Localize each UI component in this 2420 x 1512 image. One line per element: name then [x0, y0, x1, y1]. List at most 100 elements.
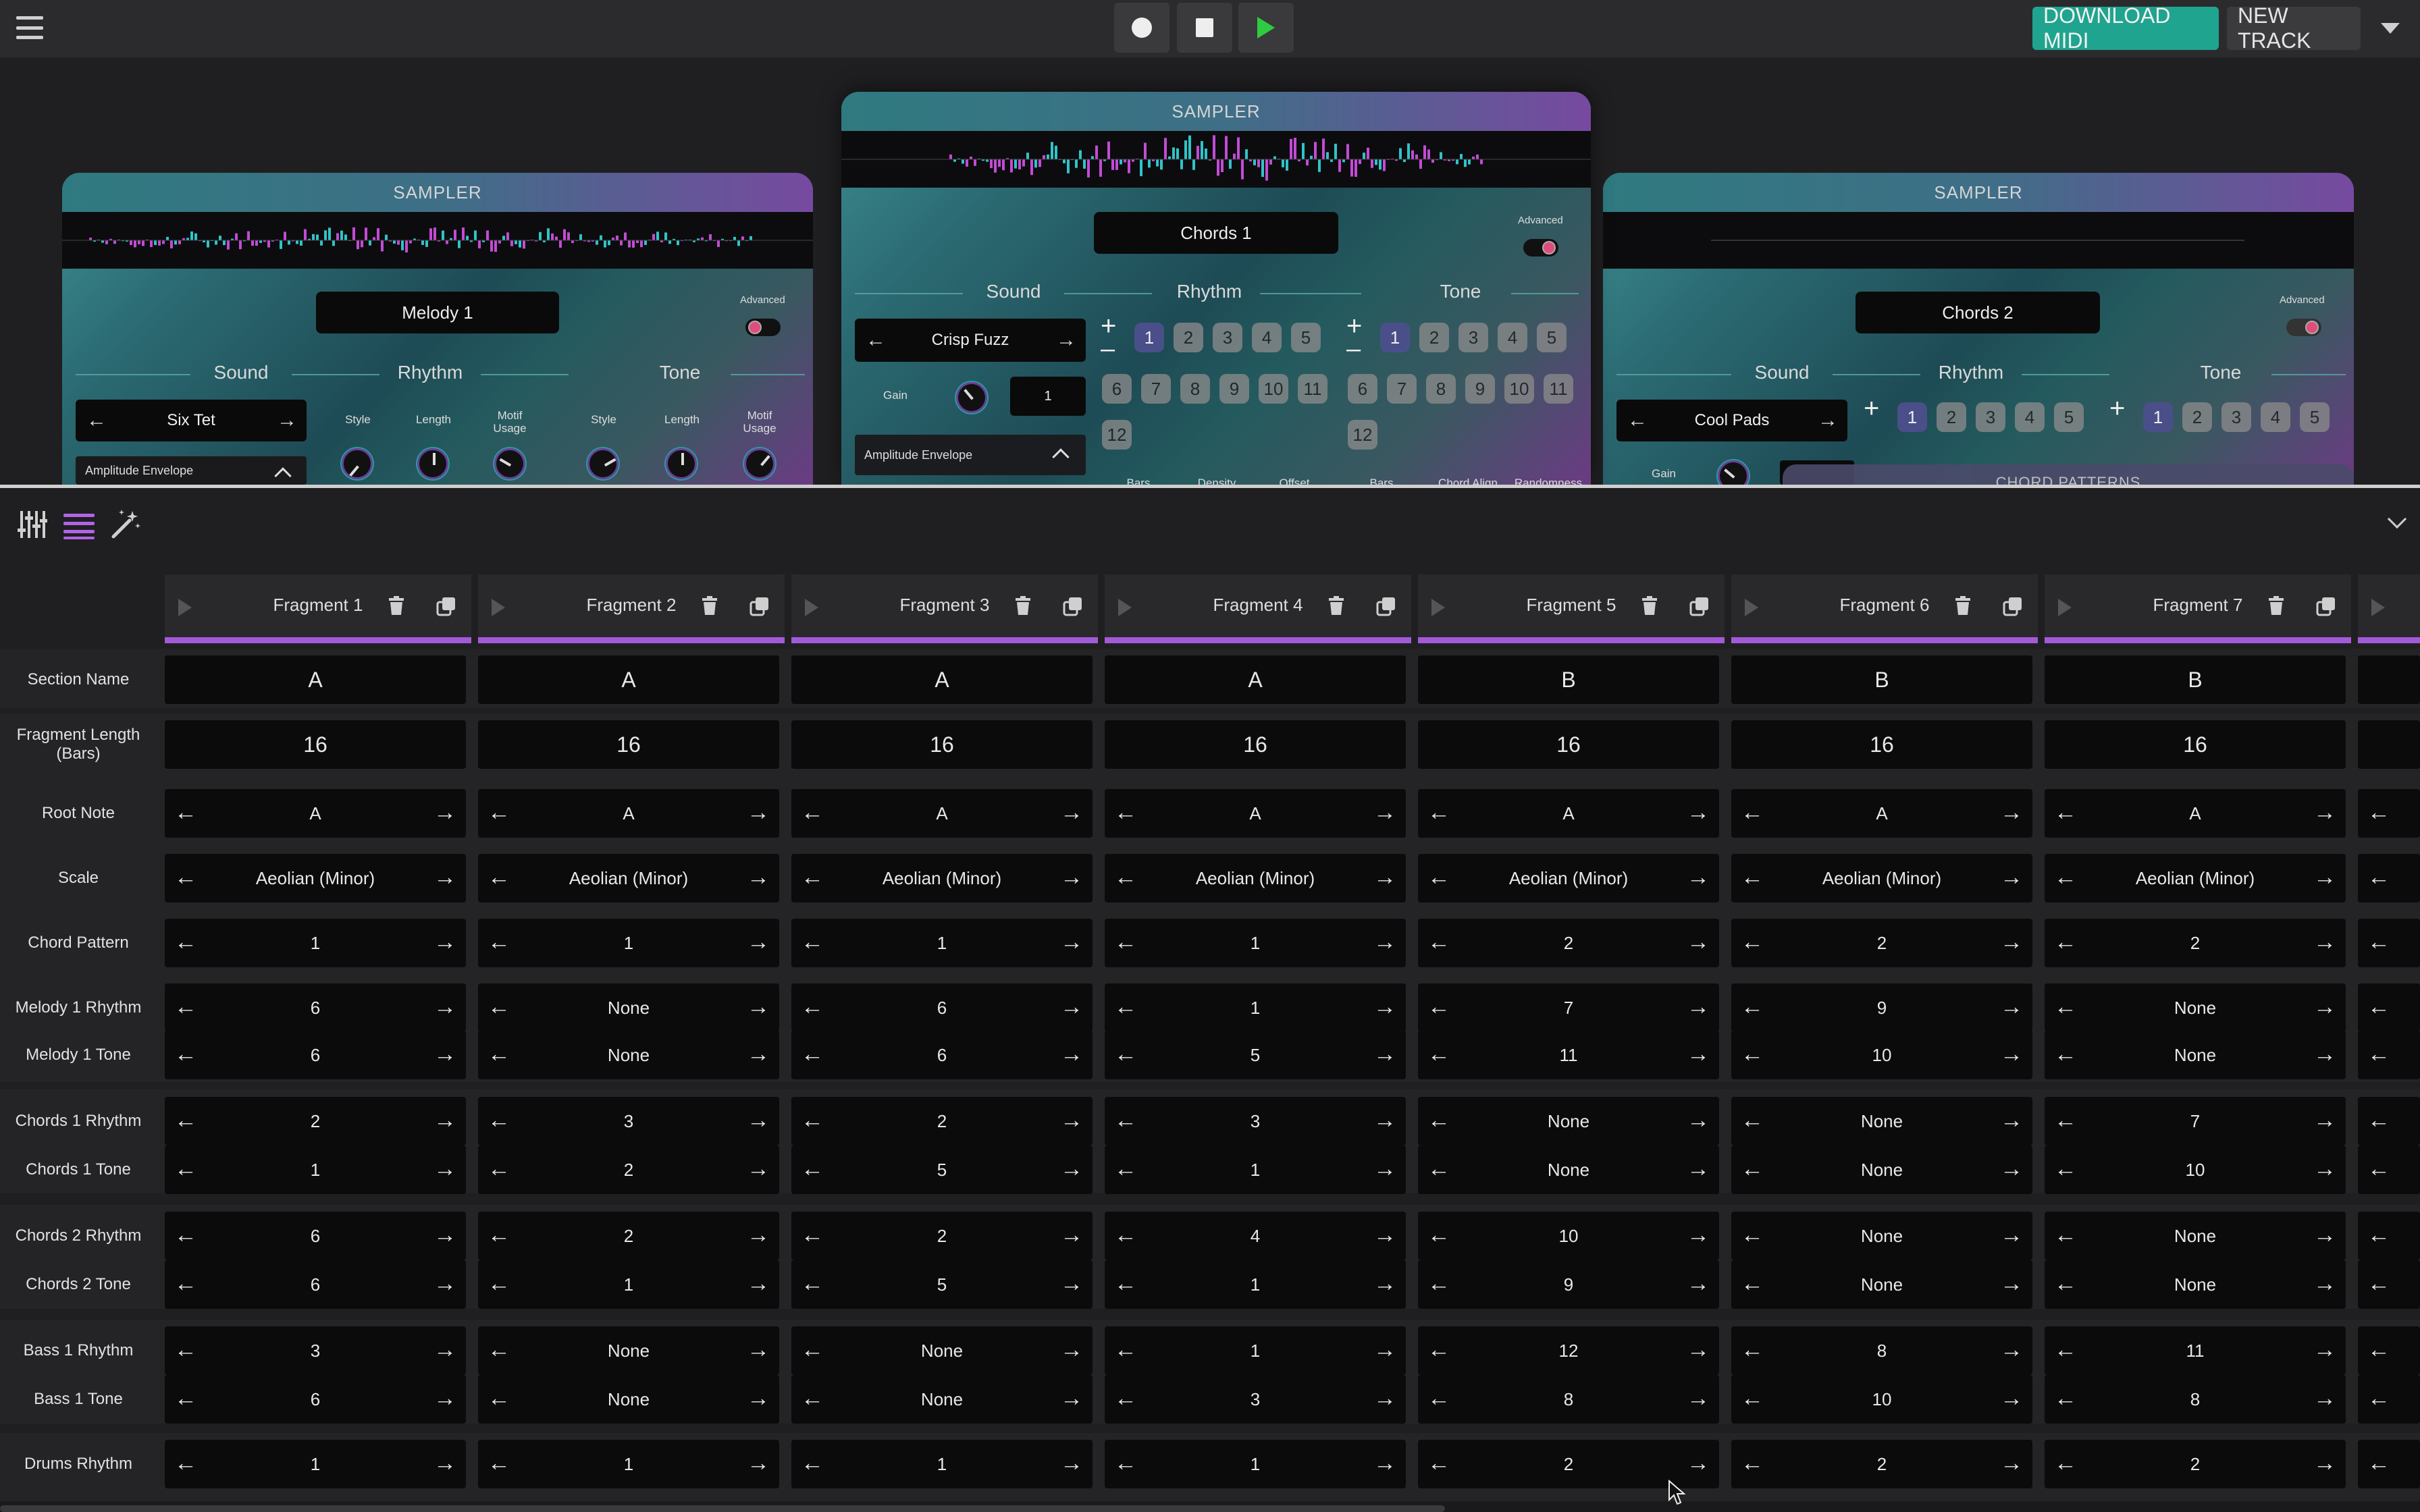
arrow-left-icon[interactable]: ←: [1741, 1222, 1764, 1249]
tone-pattern-button[interactable]: 6: [1348, 374, 1377, 404]
fragment-cell[interactable]: A: [791, 655, 1093, 704]
arrow-left-icon[interactable]: ←: [2054, 1337, 2077, 1364]
arrow-right-icon[interactable]: →: [1060, 1222, 1083, 1249]
arrow-right-icon[interactable]: →: [747, 800, 770, 826]
arrow-left-icon[interactable]: ←: [1427, 1451, 1450, 1477]
arrow-right-icon[interactable]: →: [747, 1222, 770, 1249]
rhythm-pattern-button[interactable]: 4: [1252, 323, 1282, 352]
arrow-left-icon[interactable]: ←: [2367, 1271, 2390, 1297]
arrow-left-icon[interactable]: ←: [488, 1337, 510, 1364]
arrow-left-icon[interactable]: ←: [1427, 800, 1450, 826]
fragment-header[interactable]: Fragment 5: [1418, 574, 1725, 643]
duplicate-icon[interactable]: [1376, 596, 1396, 616]
fragment-cell[interactable]: ← 8 →: [1731, 1326, 2032, 1375]
arrow-right-icon[interactable]: →: [1818, 409, 1838, 432]
fragment-cell[interactable]: ← None →: [478, 1326, 779, 1375]
arrow-left-icon[interactable]: ←: [174, 929, 197, 956]
arrow-right-icon[interactable]: →: [1373, 800, 1396, 826]
arrow-left-icon[interactable]: ←: [174, 865, 197, 891]
arrow-left-icon[interactable]: ←: [1114, 1271, 1137, 1297]
chevron-down-icon[interactable]: [2381, 23, 2400, 34]
arrow-left-icon[interactable]: ←: [2054, 1386, 2077, 1412]
fragment-cell[interactable]: 16: [1418, 720, 1719, 769]
arrow-right-icon[interactable]: →: [747, 994, 770, 1021]
fragment-cell[interactable]: A: [1105, 655, 1406, 704]
rhythm-pattern-button[interactable]: 3: [1213, 323, 1242, 352]
fragment-cell[interactable]: ← 2 →: [478, 1145, 779, 1194]
rhythm-pattern-button[interactable]: 4: [2015, 402, 2045, 432]
arrow-left-icon[interactable]: ←: [2367, 994, 2390, 1021]
arrow-right-icon[interactable]: →: [1060, 1451, 1083, 1477]
arrow-right-icon[interactable]: →: [1060, 1337, 1083, 1364]
arrow-left-icon[interactable]: ←: [174, 1271, 197, 1297]
sampler-name[interactable]: Melody 1: [316, 292, 559, 333]
arrow-left-icon[interactable]: ←: [2367, 1108, 2390, 1134]
arrow-left-icon[interactable]: ←: [1114, 1451, 1137, 1477]
arrow-right-icon[interactable]: →: [2313, 1271, 2336, 1297]
arrow-right-icon[interactable]: →: [433, 1386, 456, 1412]
arrow-right-icon[interactable]: →: [2313, 1156, 2336, 1183]
fragment-cell[interactable]: B: [1418, 655, 1719, 704]
arrow-left-icon[interactable]: ←: [1741, 1271, 1764, 1297]
arrow-left-icon[interactable]: ←: [801, 800, 824, 826]
arrow-left-icon[interactable]: ←: [174, 800, 197, 826]
tone-pattern-button[interactable]: 3: [1458, 323, 1488, 352]
arrow-right-icon[interactable]: →: [1687, 1271, 1710, 1297]
fragment-cell[interactable]: ← Aeolian (Minor) →: [165, 854, 466, 902]
fragment-header[interactable]: Fragment 6: [1731, 574, 2038, 643]
arrow-left-icon[interactable]: ←: [2054, 1156, 2077, 1183]
fragment-cell[interactable]: ← 2 →: [1731, 1440, 2032, 1488]
arrow-right-icon[interactable]: →: [1373, 1271, 1396, 1297]
arrow-left-icon[interactable]: ←: [1114, 1108, 1137, 1134]
fragment-header[interactable]: Fragment 2: [478, 574, 785, 643]
arrow-left-icon[interactable]: ←: [174, 1042, 197, 1068]
arrow-left-icon[interactable]: ←: [1427, 1271, 1450, 1297]
fragment-cell[interactable]: 16: [1731, 720, 2032, 769]
fragment-cell[interactable]: ← A →: [165, 789, 466, 838]
play-button[interactable]: [1238, 3, 1294, 53]
arrow-left-icon[interactable]: ←: [2054, 929, 2077, 956]
list-icon[interactable]: [63, 512, 95, 539]
fragment-header[interactable]: Fragment 7: [2045, 574, 2351, 643]
arrow-right-icon[interactable]: →: [2000, 865, 2023, 891]
arrow-right-icon[interactable]: →: [1060, 800, 1083, 826]
arrow-right-icon[interactable]: →: [1373, 1042, 1396, 1068]
rhythm-pattern-button[interactable]: 5: [2054, 402, 2084, 432]
fragment-cell[interactable]: ← 5 →: [1105, 1031, 1406, 1079]
arrow-right-icon[interactable]: →: [2313, 1042, 2336, 1068]
tone-pattern-button[interactable]: 5: [2300, 402, 2330, 432]
gain-input[interactable]: 1: [1010, 377, 1086, 416]
arrow-left-icon[interactable]: ←: [2367, 929, 2390, 956]
arrow-left-icon[interactable]: ←: [1427, 929, 1450, 956]
arrow-right-icon[interactable]: →: [2313, 994, 2336, 1021]
fragment-header-partial[interactable]: [2358, 574, 2420, 643]
arrow-left-icon[interactable]: ←: [2054, 1271, 2077, 1297]
arrow-right-icon[interactable]: →: [2313, 800, 2336, 826]
arrow-right-icon[interactable]: →: [2000, 1156, 2023, 1183]
minus-icon[interactable]: –: [1101, 336, 1115, 362]
arrow-right-icon[interactable]: →: [1373, 929, 1396, 956]
fragment-cell[interactable]: ← 3 →: [165, 1326, 466, 1375]
tone-pattern-button[interactable]: 2: [2182, 402, 2212, 432]
arrow-left-icon[interactable]: ←: [1114, 1156, 1137, 1183]
fragment-cell[interactable]: ← A →: [478, 789, 779, 838]
fragment-cell[interactable]: ← 3 →: [1105, 1375, 1406, 1424]
fragment-cell[interactable]: 16: [1105, 720, 1406, 769]
amplitude-envelope-header[interactable]: Amplitude Envelope: [76, 456, 307, 485]
arrow-left-icon[interactable]: ←: [488, 1271, 510, 1297]
arrow-left-icon[interactable]: ←: [1114, 1222, 1137, 1249]
record-button[interactable]: [1114, 3, 1169, 53]
arrow-left-icon[interactable]: ←: [174, 1386, 197, 1412]
fragment-cell-partial[interactable]: ←: [2358, 1260, 2420, 1309]
fragment-cell[interactable]: A: [165, 655, 466, 704]
fragment-cell[interactable]: A: [478, 655, 779, 704]
fragment-cell-partial[interactable]: [2358, 655, 2420, 704]
fragment-cell[interactable]: ← 6 →: [791, 983, 1093, 1032]
arrow-right-icon[interactable]: →: [433, 1156, 456, 1183]
plus-icon[interactable]: +: [2109, 395, 2125, 422]
arrow-right-icon[interactable]: →: [433, 1337, 456, 1364]
arrow-right-icon[interactable]: →: [1373, 865, 1396, 891]
fragment-cell[interactable]: B: [2045, 655, 2346, 704]
fragment-cell[interactable]: ← 5 →: [791, 1145, 1093, 1194]
rhythm-pattern-button[interactable]: 1: [1134, 323, 1164, 352]
